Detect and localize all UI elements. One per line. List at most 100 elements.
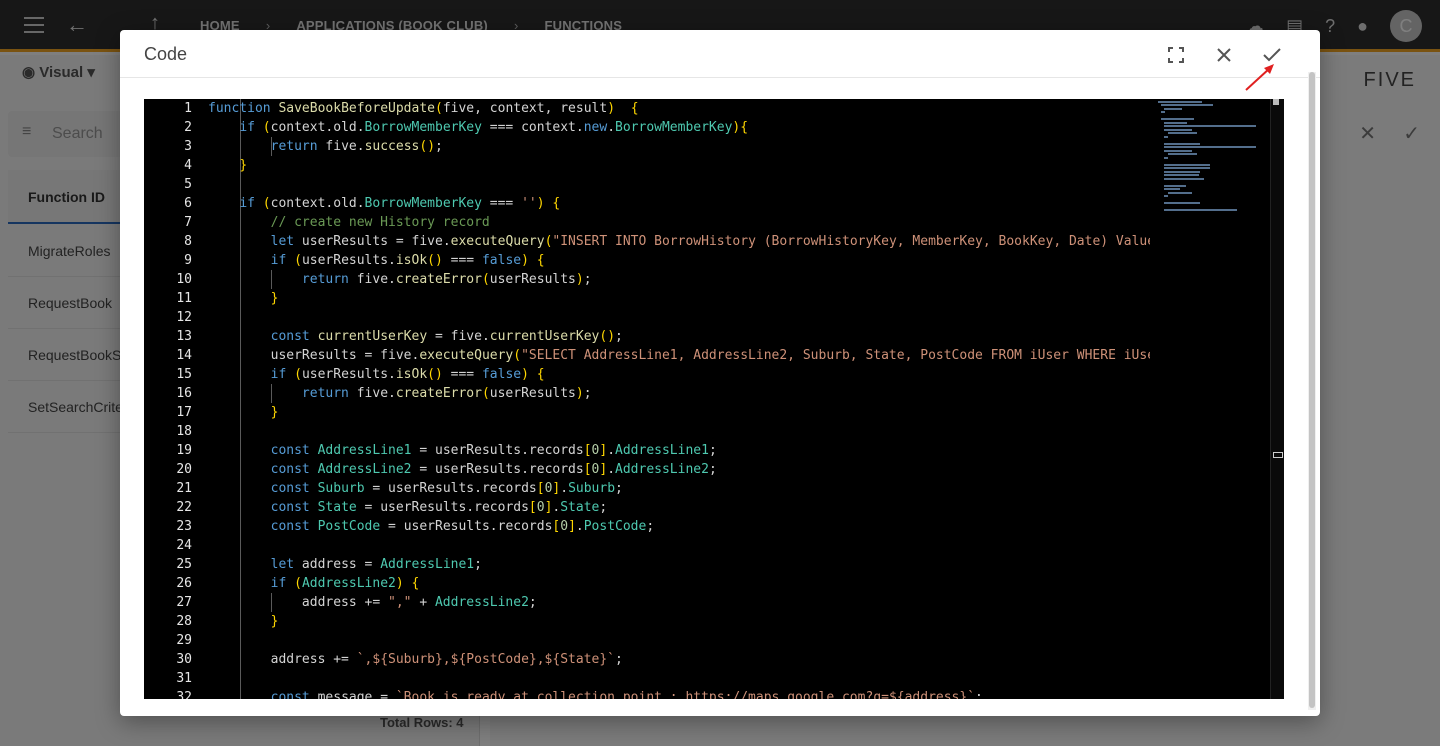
line-number: 12 xyxy=(176,310,192,325)
close-button[interactable] xyxy=(1211,42,1237,68)
minimap-line xyxy=(1161,104,1214,106)
code-line: let userResults = five.executeQuery("INS… xyxy=(270,234,1150,249)
minimap-line xyxy=(1164,121,1187,124)
line-number: 19 xyxy=(176,443,192,458)
minimap-line xyxy=(1161,111,1166,113)
annotation-arrow-icon xyxy=(1245,64,1274,91)
minimap-line xyxy=(1164,202,1201,204)
code-line: return five.createError(userResults); xyxy=(301,386,592,401)
line-number: 13 xyxy=(176,329,192,344)
minimap-line xyxy=(1158,100,1202,103)
line-number: 4 xyxy=(184,158,192,173)
line-number: 14 xyxy=(176,348,192,363)
minimap-line xyxy=(1164,188,1180,190)
code-line: if (userResults.isOk() === false) { xyxy=(270,367,545,382)
minimap-line xyxy=(1164,170,1201,173)
minimap-line xyxy=(1161,118,1194,120)
code-line: const PostCode = userResults.records[0].… xyxy=(270,519,655,534)
code-line: address += `,${Suburb},${PostCode},${Sta… xyxy=(208,652,623,667)
line-number: 6 xyxy=(184,196,192,211)
line-number: 21 xyxy=(176,481,192,496)
line-number: 26 xyxy=(176,576,192,591)
minimap-line xyxy=(1164,174,1199,176)
code-line: return five.createError(userResults); xyxy=(301,272,592,287)
line-number: 16 xyxy=(176,386,192,401)
line-number: 8 xyxy=(184,234,192,249)
code-line: const State = userResults.records[0].Sta… xyxy=(270,500,608,515)
code-lines: function SaveBookBeforeUpdate(five, cont… xyxy=(208,99,1150,699)
minimap-line xyxy=(1164,107,1182,110)
minimap-line xyxy=(1164,195,1169,197)
code-line: } xyxy=(270,291,279,306)
minimap-line xyxy=(1167,153,1198,155)
line-number: 10 xyxy=(176,272,192,287)
code-line: if (context.old.BorrowMemberKey === '') … xyxy=(239,196,561,211)
line-number: 3 xyxy=(184,139,192,154)
line-number: 17 xyxy=(176,405,192,420)
fullscreen-button[interactable] xyxy=(1163,42,1189,68)
code-line: if (AddressLine2) { xyxy=(270,576,420,591)
minimap-line xyxy=(1164,135,1169,138)
line-number: 30 xyxy=(176,652,192,667)
code-line: const message = `Book is ready at collec… xyxy=(270,690,983,699)
minimap-line xyxy=(1164,177,1204,180)
dialog-scrollbar[interactable] xyxy=(1308,72,1316,710)
minimap-line xyxy=(1167,191,1192,194)
line-number: 1 xyxy=(184,101,192,116)
line-number: 11 xyxy=(176,291,192,306)
code-line: } xyxy=(270,405,279,420)
code-line: const AddressLine1 = userResults.records… xyxy=(270,443,717,458)
dialog-title: Code xyxy=(144,44,188,64)
code-line: if (userResults.isOk() === false) { xyxy=(270,253,545,268)
dialog-header: Code xyxy=(120,30,1320,91)
minimap-line xyxy=(1164,163,1210,166)
line-number: 22 xyxy=(176,500,192,515)
line-number: 20 xyxy=(176,462,192,477)
scroll-thumb[interactable] xyxy=(1273,452,1283,458)
code-line: function SaveBookBeforeUpdate(five, cont… xyxy=(208,101,639,116)
line-number-gutter: 1 2 3 4 5 6 7 8 9 10 11 12 13 14 15 16 17 18 19 20 21 22 23 24 2… xyxy=(144,99,192,699)
minimap-line xyxy=(1164,125,1257,127)
code-line: // create new History record xyxy=(208,215,490,230)
line-number: 5 xyxy=(184,177,192,192)
minimap-line xyxy=(1164,142,1201,145)
line-number: 31 xyxy=(176,671,192,686)
minimap-line xyxy=(1164,128,1193,131)
close-icon xyxy=(1217,48,1231,62)
code-line: const currentUserKey = five.currentUserK… xyxy=(270,329,623,344)
line-number: 2 xyxy=(184,120,192,135)
line-number: 32 xyxy=(176,690,192,699)
minimap-line xyxy=(1167,132,1198,134)
code-line: userResults = five.executeQuery("SELECT … xyxy=(208,348,1150,363)
line-number: 27 xyxy=(176,595,192,610)
line-number: 7 xyxy=(184,215,192,230)
minimap-line xyxy=(1164,146,1257,148)
line-number: 9 xyxy=(184,253,192,268)
editor-scrollbar[interactable] xyxy=(1270,99,1284,699)
line-number: 25 xyxy=(176,557,192,572)
scroll-marker xyxy=(1273,99,1279,105)
code-line: const AddressLine2 = userResults.records… xyxy=(270,462,717,477)
fullscreen-icon xyxy=(1168,47,1184,63)
code-minimap[interactable] xyxy=(1158,99,1270,211)
line-number: 15 xyxy=(176,367,192,382)
line-number: 18 xyxy=(176,424,192,439)
code-line: address += "," + AddressLine2; xyxy=(208,595,537,610)
code-dialog: Code 1 2 3 4 5 6 7 8 9 10 11 12 13 14 15 16 17 18 19 20 21 22… xyxy=(120,30,1320,716)
line-number: 28 xyxy=(176,614,192,629)
check-icon xyxy=(1263,48,1281,62)
code-editor[interactable]: 1 2 3 4 5 6 7 8 9 10 11 12 13 14 15 16 17 18 19 20 21 22 23 24 2… xyxy=(144,99,1284,699)
line-number: 23 xyxy=(176,519,192,534)
dialog-scroll-thumb[interactable] xyxy=(1309,72,1315,708)
code-line: let address = AddressLine1; xyxy=(270,557,482,572)
code-line: if (context.old.BorrowMemberKey === cont… xyxy=(239,120,749,135)
minimap-line xyxy=(1164,149,1193,152)
minimap-line xyxy=(1164,156,1169,159)
minimap-line xyxy=(1164,209,1238,211)
